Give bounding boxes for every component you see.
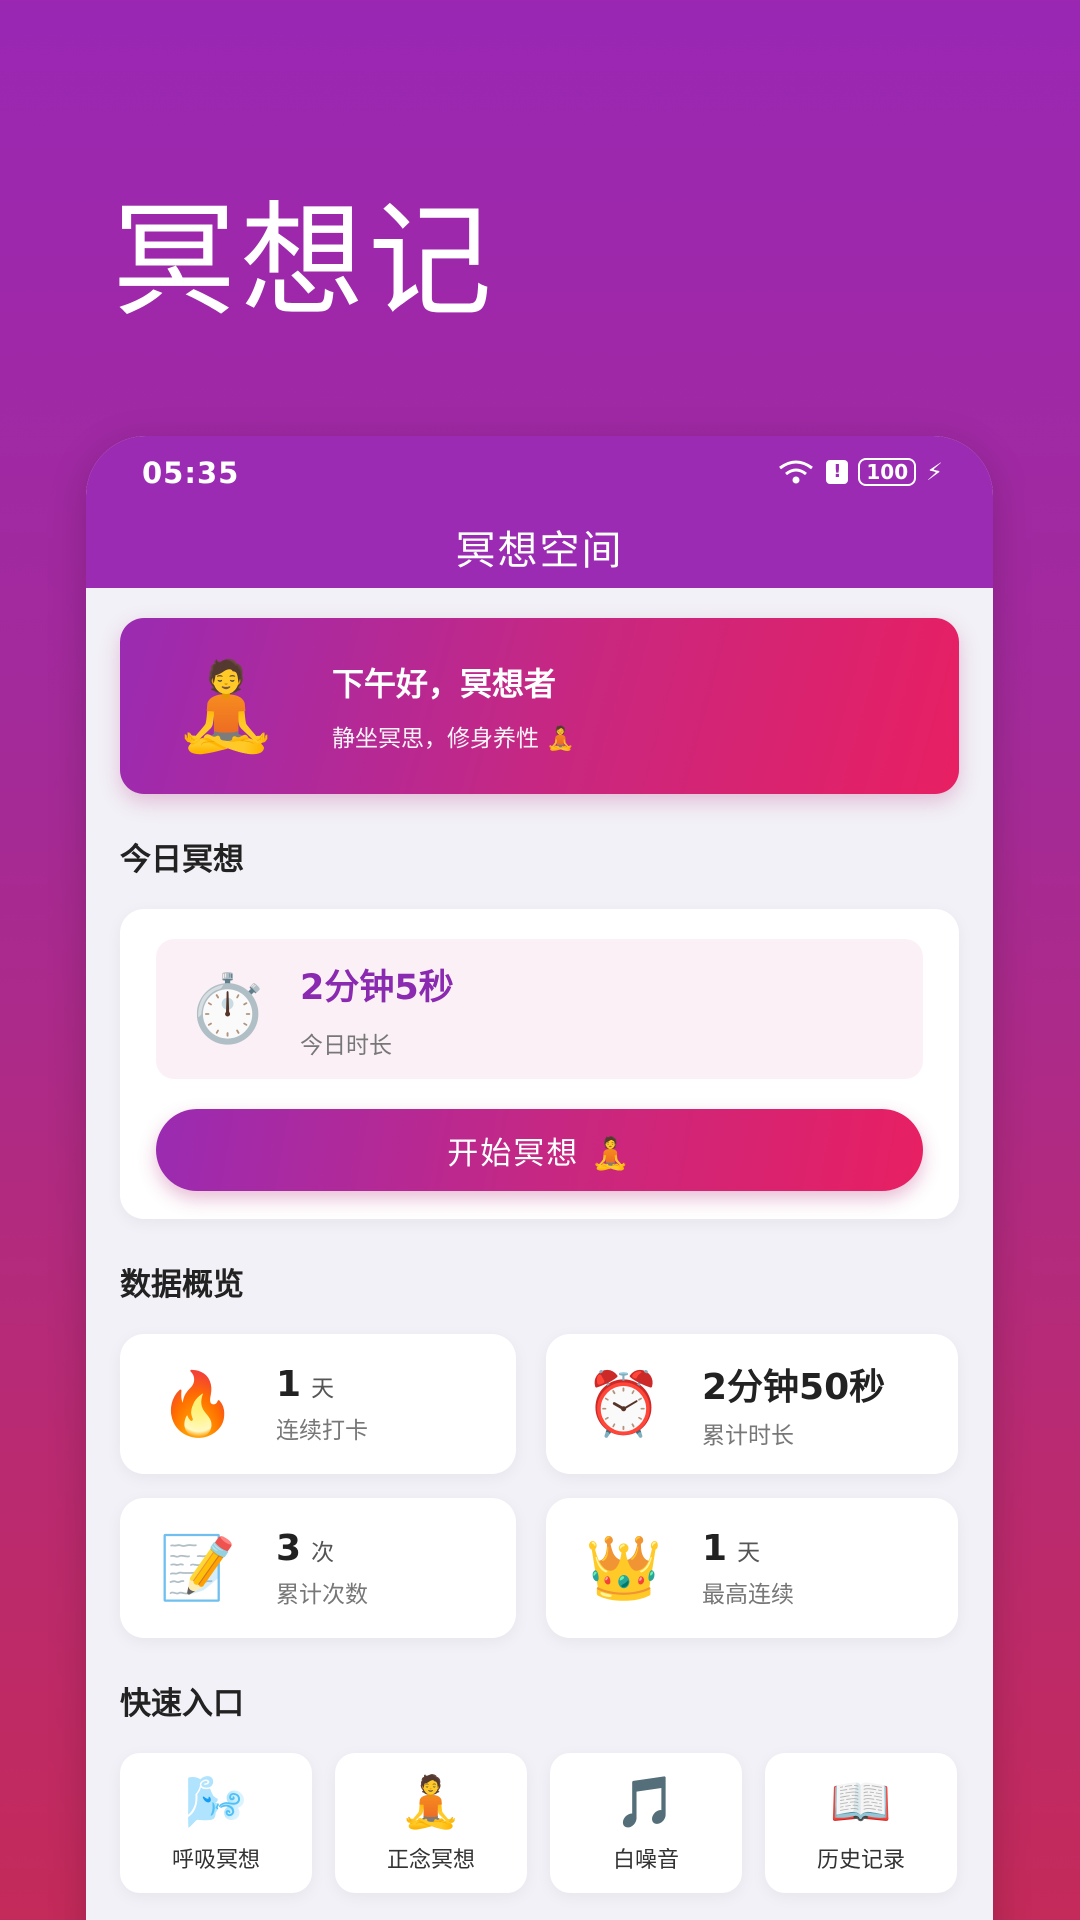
music-note-icon: 🎵 [614, 1772, 678, 1831]
book-icon: 📖 [829, 1772, 893, 1831]
stat-card-total-duration[interactable]: ⏰ 2分钟50秒 累计时长 [546, 1334, 958, 1474]
stat-unit: 天 [737, 1539, 761, 1566]
quick-mindfulness[interactable]: 🧘 正念冥想 [335, 1753, 527, 1893]
stat-unit: 天 [311, 1375, 335, 1402]
breathing-icon: 🌬️ [184, 1772, 248, 1831]
crown-icon: 👑 [585, 1531, 663, 1604]
greeting-card: 🧘 下午好，冥想者 静坐冥思，修身养性 🧘 [120, 618, 959, 794]
memo-icon: 📝 [159, 1531, 237, 1604]
status-icons: ! 100 ⚡ [776, 458, 943, 486]
section-title-quick: 快速入口 [120, 1686, 244, 1722]
start-meditation-button[interactable]: 开始冥想 🧘 [156, 1109, 923, 1191]
meditation-icon: 🧘 [172, 656, 280, 757]
stopwatch-icon: ⏱️ [186, 970, 270, 1047]
today-duration-label: 今日时长 [300, 1032, 392, 1059]
stat-card-streak[interactable]: 🔥 1天 连续打卡 [120, 1334, 516, 1474]
today-duration-value: 2分钟5秒 [300, 967, 454, 1008]
stat-label: 最高连续 [702, 1581, 794, 1608]
stat-unit: 次 [311, 1539, 335, 1566]
stat-value: 2分钟50秒 [702, 1367, 886, 1408]
quick-label: 呼吸冥想 [171, 1847, 260, 1873]
quick-breathing[interactable]: 🌬️ 呼吸冥想 [120, 1753, 312, 1893]
top-bar: 05:35 ! 100 ⚡ 冥想空间 [86, 436, 993, 588]
greeting-title: 下午好，冥想者 [332, 665, 557, 703]
stat-card-total-count[interactable]: 📝 3次 累计次数 [120, 1498, 516, 1638]
app-title: 冥想空间 [455, 528, 624, 574]
quick-label: 正念冥想 [386, 1847, 475, 1873]
wifi-icon [776, 458, 816, 486]
quick-white-noise[interactable]: 🎵 白噪音 [550, 1753, 742, 1893]
main-content: 🧘 下午好，冥想者 静坐冥思，修身养性 🧘 今日冥想 ⏱️ 2分钟5秒 今日时长… [86, 618, 993, 1893]
quick-history[interactable]: 📖 历史记录 [765, 1753, 957, 1893]
fire-icon: 🔥 [159, 1367, 237, 1440]
stat-card-max-streak[interactable]: 👑 1天 最高连续 [546, 1498, 958, 1638]
alarm-clock-icon: ⏰ [585, 1367, 663, 1440]
quick-grid: 🌬️ 呼吸冥想 🧘 正念冥想 🎵 白噪音 📖 历史记录 [120, 1753, 959, 1893]
stat-label: 连续打卡 [276, 1417, 368, 1444]
phone-screen: 05:35 ! 100 ⚡ 冥想空间 🧘 下午好，冥想者 静坐冥思，修身养性 🧘… [86, 436, 993, 1920]
battery-indicator: 100 [858, 458, 917, 486]
hero-title: 冥想记 [112, 190, 497, 334]
stat-label: 累计时长 [702, 1423, 794, 1449]
stats-grid: 🔥 1天 连续打卡 ⏰ 2分钟50秒 累计时长 📝 3次 累计次数 👑 1 天 … [120, 1334, 959, 1638]
today-duration-panel: ⏱️ 2分钟5秒 今日时长 [156, 939, 923, 1079]
section-title-today: 今日冥想 [120, 842, 244, 878]
today-card: ⏱️ 2分钟5秒 今日时长 开始冥想 🧘 [120, 909, 959, 1219]
stat-value: 3 [276, 1527, 302, 1569]
stat-value: 1 [276, 1363, 302, 1405]
quick-label: 历史记录 [816, 1847, 905, 1873]
meditation-icon: 🧘 [399, 1772, 463, 1831]
greeting-subtitle: 静坐冥思，修身养性 🧘 [332, 726, 575, 752]
stat-label: 累计次数 [276, 1581, 368, 1608]
quick-label: 白噪音 [612, 1847, 679, 1873]
alert-icon: ! [826, 460, 849, 484]
status-time: 05:35 [142, 456, 240, 490]
stat-value: 1 [702, 1527, 728, 1569]
charging-icon: ⚡ [926, 458, 943, 486]
section-title-overview: 数据概览 [120, 1267, 244, 1303]
